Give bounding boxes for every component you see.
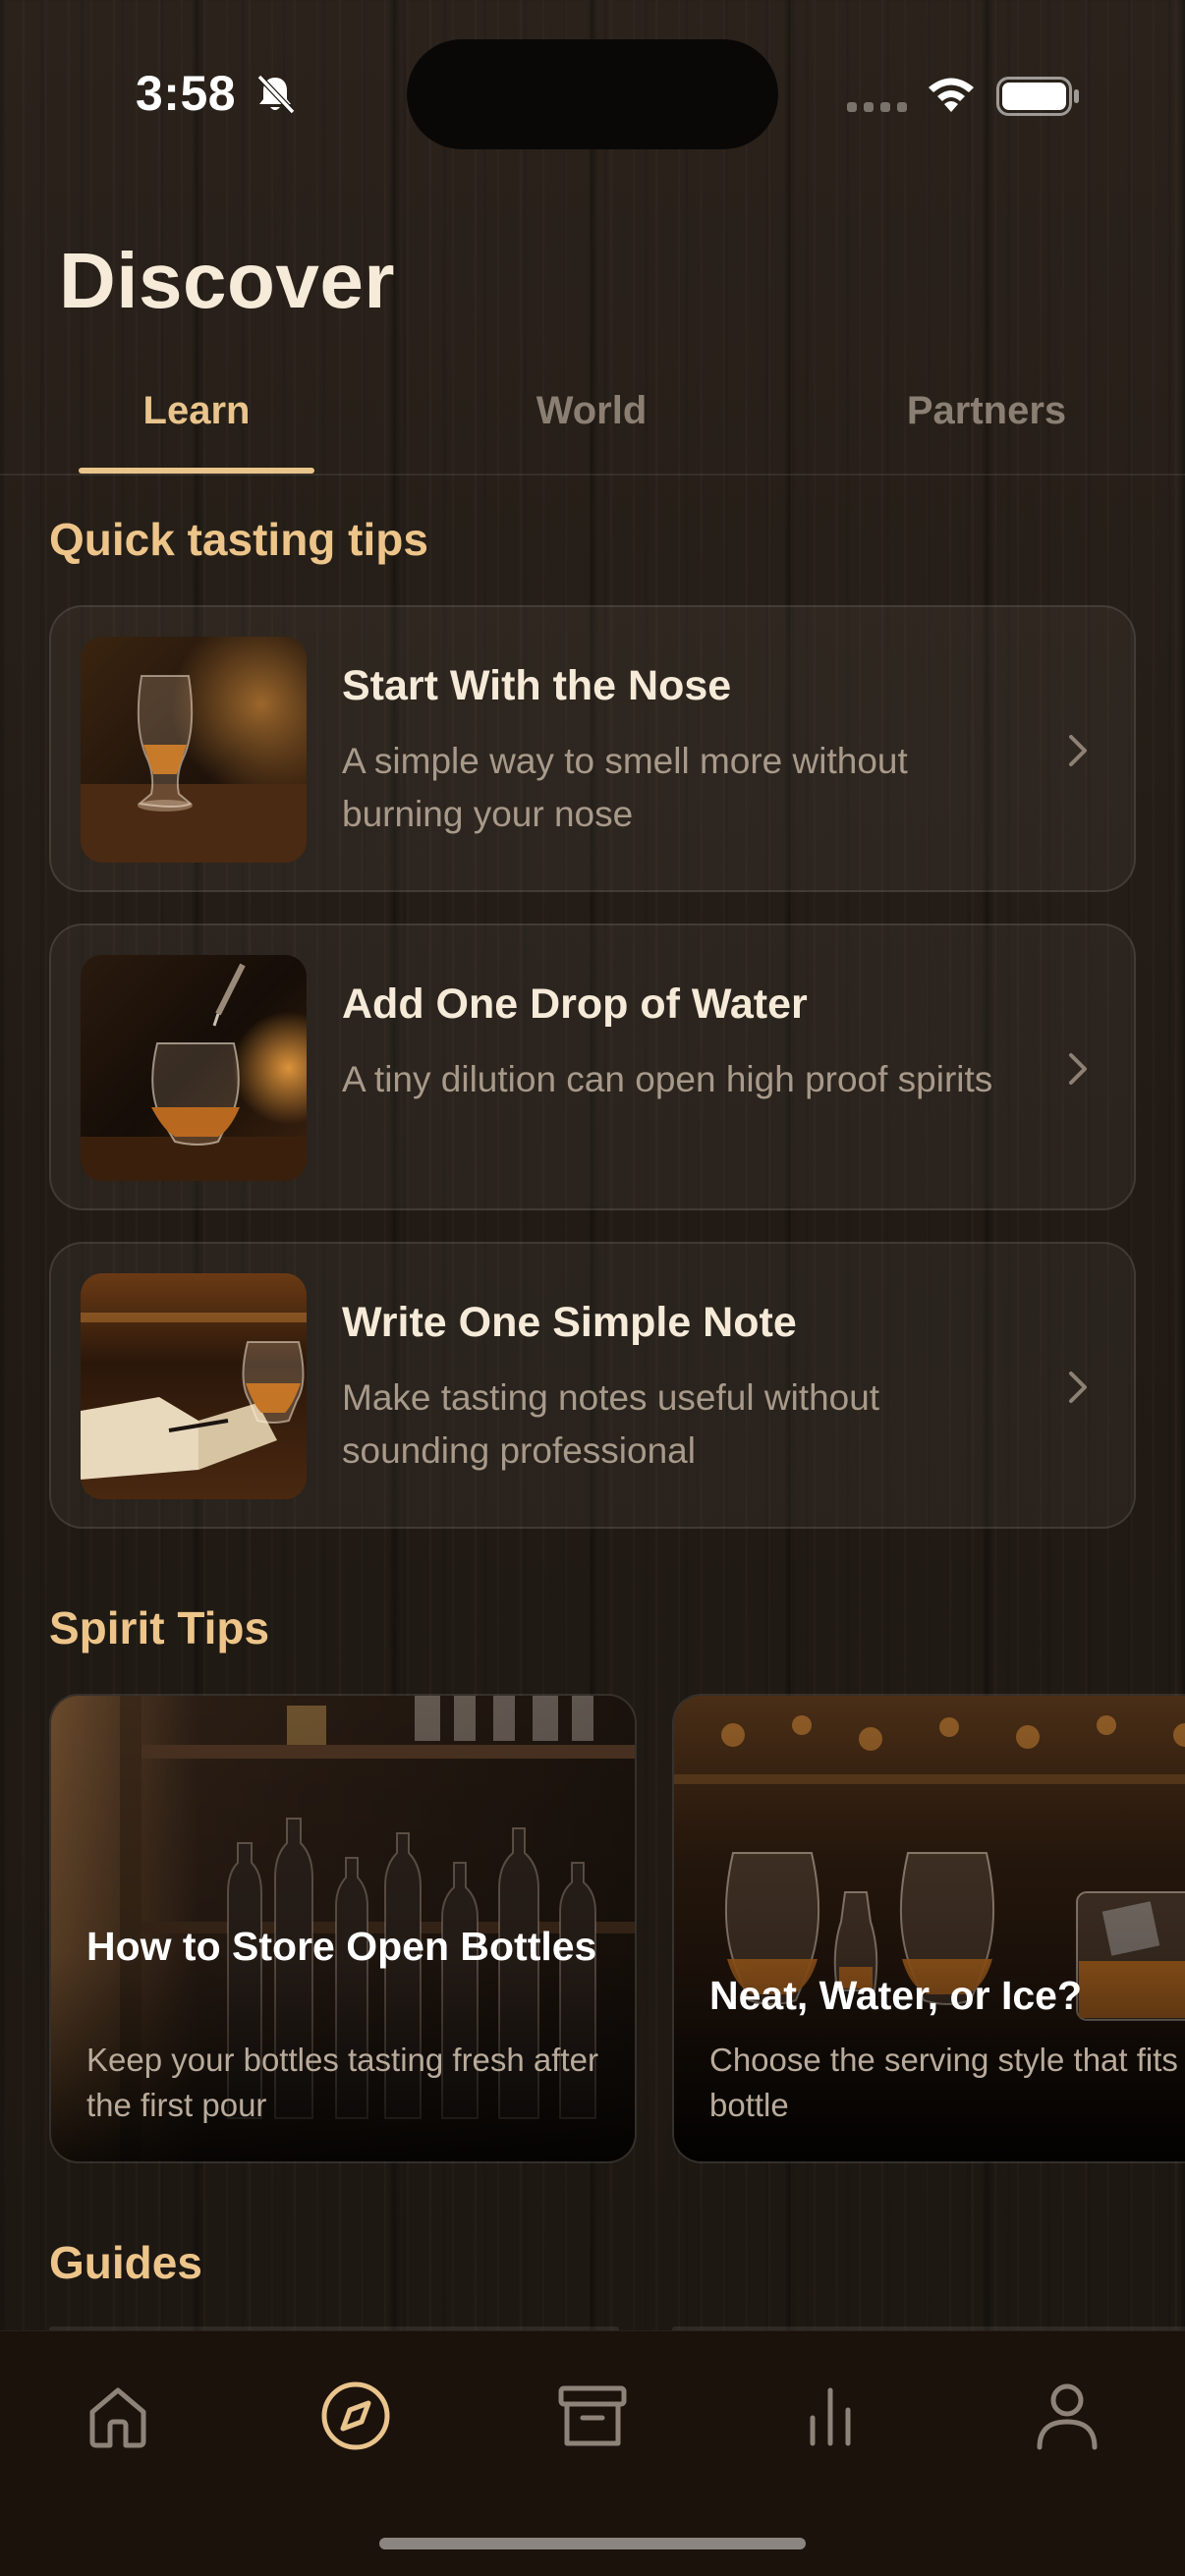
section-title-spirit-tips: Spirit Tips [49, 1602, 270, 1653]
status-time: 3:58 [136, 66, 237, 121]
home-icon [89, 2387, 146, 2448]
tab-learn[interactable]: Learn [49, 389, 344, 433]
dynamic-island [407, 39, 778, 149]
nav-home[interactable] [59, 2357, 177, 2475]
tip-title: Start With the Nose [342, 662, 732, 709]
tip-card-note[interactable]: Write One Simple Note Make tasting notes… [49, 1242, 1136, 1529]
section-title-quick-tips: Quick tasting tips [49, 514, 428, 565]
tip-thumbnail [81, 955, 307, 1181]
section-title-guides: Guides [49, 2237, 202, 2288]
archive-box-icon [558, 2385, 627, 2446]
tip-title: Write One Simple Note [342, 1299, 797, 1346]
spirit-card-title: Neat, Water, or Ice? [709, 1973, 1082, 2018]
status-bar: 3:58 [0, 0, 1185, 149]
tip-description: A tiny dilution can open high proof spir… [342, 1059, 993, 1099]
nav-stats[interactable] [771, 2357, 889, 2475]
chevron-right-icon [1069, 735, 1087, 766]
tip-thumbnail [81, 1273, 307, 1499]
tip-description: A simple way to smell more without burni… [342, 741, 908, 834]
spirit-card-description: Choose the serving style that fits the b… [709, 2042, 1185, 2123]
water-drop-glass-image [81, 955, 307, 1181]
tip-title: Add One Drop of Water [342, 980, 808, 1028]
profile-icon [1037, 2383, 1098, 2450]
tip-thumbnail [81, 637, 307, 863]
nav-profile[interactable] [1008, 2357, 1126, 2475]
cellular-signal-icon [847, 102, 907, 112]
tip-card-nose[interactable]: Start With the Nose A simple way to smel… [49, 605, 1136, 892]
wifi-icon [929, 78, 974, 112]
spirit-card-serving-style[interactable]: Neat, Water, or Ice? Choose the serving … [672, 1694, 1185, 2163]
bar-chart-icon [810, 2387, 851, 2446]
chevron-right-icon [1069, 1053, 1087, 1085]
home-indicator[interactable] [379, 2538, 806, 2549]
nav-collection[interactable] [534, 2357, 651, 2475]
nav-discover[interactable] [297, 2357, 415, 2475]
spirit-card-description: Keep your bottles tasting fresh after th… [86, 2042, 598, 2123]
tab-partners[interactable]: Partners [839, 389, 1134, 433]
tab-world[interactable]: World [444, 389, 739, 433]
compass-icon [321, 2381, 390, 2450]
spirit-card-store-bottles[interactable]: How to Store Open Bottles Keep your bott… [49, 1694, 637, 2163]
tab-bar: Learn World Partners [0, 365, 1185, 476]
battery-icon [996, 77, 1079, 116]
tip-description: Make tasting notes useful without soundi… [342, 1377, 880, 1471]
chevron-right-icon [1069, 1372, 1087, 1403]
spirit-card-title: How to Store Open Bottles [86, 1924, 597, 1969]
bell-slash-icon [256, 74, 296, 115]
active-tab-indicator [79, 468, 314, 474]
page-title: Discover [59, 237, 395, 324]
tip-card-water[interactable]: Add One Drop of Water A tiny dilution ca… [49, 924, 1136, 1210]
glencairn-glass-image [81, 637, 307, 863]
bottom-tab-bar [0, 2330, 1185, 2576]
notebook-glass-image [81, 1273, 307, 1499]
